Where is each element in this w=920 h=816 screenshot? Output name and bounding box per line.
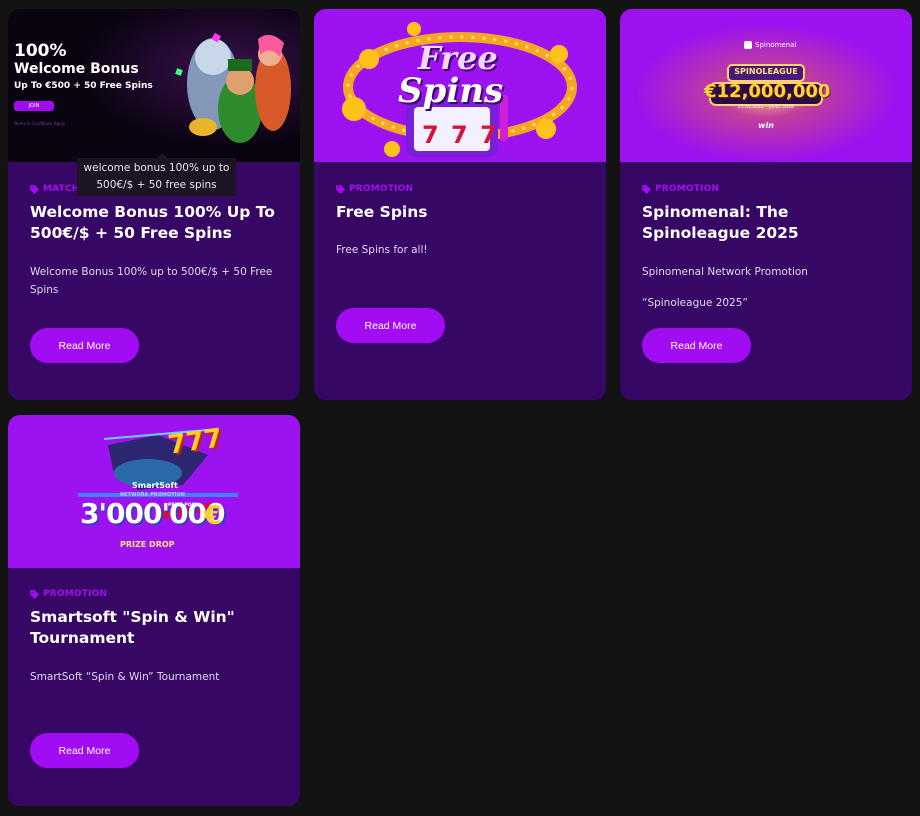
card-description: SmartSoft “Spin & Win” Tournament <box>30 671 220 683</box>
promo-card-free-spins: Free Spins 7 7 7 PROMOTION Free Spins Fr… <box>314 9 606 400</box>
card-tag: MATCH <box>30 184 80 194</box>
card-description: Welcome Bonus 100% up to 500€/$ + 50 Fre… <box>30 266 273 296</box>
card-description: Free Spins for all! <box>336 244 428 256</box>
card-tag: PROMOTION <box>336 184 413 194</box>
tag-icon <box>30 589 39 599</box>
card-title[interactable]: Free Spins <box>336 202 586 223</box>
spinomenal-logo-icon <box>744 41 752 49</box>
promo-card-smartsoft: 777 SmartSoft NETWORK PROMOTION 3'000'00… <box>8 415 300 806</box>
spinoleague-badge: SPINOLEAGUE <box>734 67 798 76</box>
smartsoft-amount: 3'000'000 <box>80 497 226 530</box>
promo-card-spinoleague: Spinomenal SPINOLEAGUE €12,000,000 21.01… <box>620 9 912 400</box>
tag-label: PROMOTION <box>43 589 108 599</box>
smartsoft-currency: € <box>204 501 223 531</box>
smartsoft-prize-drop: PRIZE DROP <box>120 540 175 549</box>
tag-icon <box>30 184 39 194</box>
read-more-button[interactable]: Read More <box>336 308 445 343</box>
card-description-2: “Spinoleague 2025” <box>642 297 748 309</box>
banner-line-welcome: Welcome Bonus <box>14 61 139 77</box>
read-more-button[interactable]: Read More <box>30 733 139 768</box>
welcome-bonus-banner[interactable]: 100% Welcome Bonus Up To €500 + 50 Free … <box>8 9 300 162</box>
card-title[interactable]: Smartsoft "Spin & Win" Tournament <box>30 607 280 649</box>
tag-icon <box>642 184 651 194</box>
card-title[interactable]: Welcome Bonus 100% Up To 500€/$ + 50 Fre… <box>30 202 280 244</box>
spinoleague-banner[interactable]: Spinomenal SPINOLEAGUE €12,000,000 21.01… <box>620 9 912 162</box>
smartsoft-banner[interactable]: 777 SmartSoft NETWORK PROMOTION 3'000'00… <box>8 415 300 568</box>
free-spins-banner[interactable]: Free Spins 7 7 7 <box>314 9 606 162</box>
spinoleague-sub: win <box>758 121 774 130</box>
card-description: Spinomenal Network Promotion <box>642 266 808 278</box>
banner-fine-print: Terms & Conditions Apply <box>14 121 66 126</box>
read-more-button[interactable]: Read More <box>30 328 139 363</box>
smartsoft-brand: SmartSoft <box>132 481 178 490</box>
tag-icon <box>336 184 345 194</box>
card-title[interactable]: Spinomenal: The Spinoleague 2025 <box>642 202 892 244</box>
card-tag: PROMOTION <box>642 184 719 194</box>
tag-label: MATCH <box>43 184 80 194</box>
banner-word-spins: Spins <box>398 71 504 111</box>
promo-card-welcome-bonus: 100% Welcome Bonus Up To €500 + 50 Free … <box>8 9 300 400</box>
tag-label: PROMOTION <box>655 184 720 194</box>
spinomenal-brand: Spinomenal <box>744 41 796 49</box>
smartsoft-prize-pool: PRIZE POOL <box>168 503 199 508</box>
spinoleague-dates: 21.01.2025 - 19.01.2026 <box>737 105 794 110</box>
tag-label: PROMOTION <box>349 184 414 194</box>
spinoleague-amount: €12,000,000 <box>704 81 831 102</box>
banner-line-100: 100% <box>14 41 67 61</box>
banner-reel-sevens: 7 7 7 <box>422 121 499 149</box>
card-tag: PROMOTION <box>30 589 107 599</box>
banner-join-button: JOIN <box>14 101 54 111</box>
banner-line-upto: Up To €500 + 50 Free Spins <box>14 81 153 91</box>
read-more-button[interactable]: Read More <box>642 328 751 363</box>
title-tooltip: welcome bonus 100% up to 500€/$ + 50 fre… <box>77 153 236 196</box>
